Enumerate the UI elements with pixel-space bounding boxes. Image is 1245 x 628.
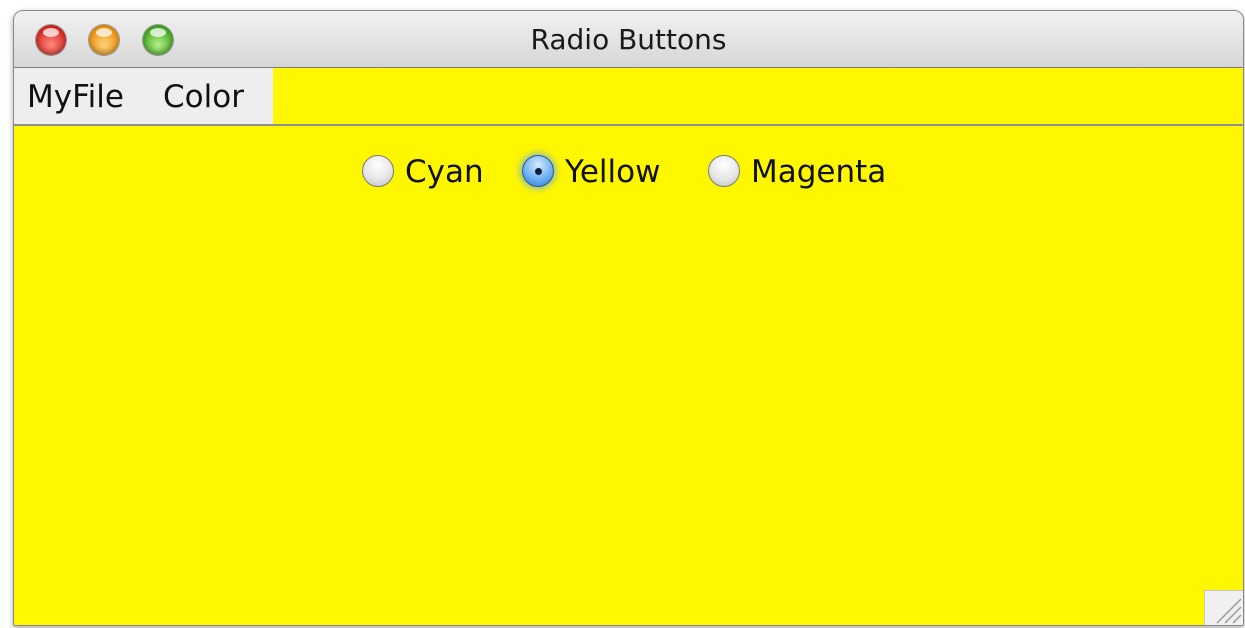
color-radio-group: Cyan Yellow Magenta	[362, 152, 922, 192]
radio-unchecked-icon[interactable]	[708, 155, 740, 187]
menu-color[interactable]: Color	[163, 79, 244, 115]
content-panel: Cyan Yellow Magenta	[14, 126, 1243, 625]
resize-grip-icon[interactable]	[1204, 590, 1243, 625]
app-window: Radio Buttons MyFile Color Cyan Yellow M…	[13, 10, 1244, 626]
radio-magenta-label[interactable]: Magenta	[751, 154, 886, 190]
menu-myfile[interactable]: MyFile	[27, 79, 124, 115]
radio-cyan-label[interactable]: Cyan	[405, 154, 484, 190]
title-bar[interactable]: Radio Buttons	[14, 11, 1243, 68]
radio-dot-icon	[535, 168, 542, 175]
menu-bar: MyFile Color	[14, 68, 1243, 126]
window-title: Radio Buttons	[530, 23, 727, 56]
radio-unchecked-icon[interactable]	[362, 155, 394, 187]
radio-checked-icon[interactable]	[522, 155, 554, 187]
radio-yellow-label[interactable]: Yellow	[565, 154, 660, 190]
menu-strip: MyFile Color	[14, 68, 273, 124]
